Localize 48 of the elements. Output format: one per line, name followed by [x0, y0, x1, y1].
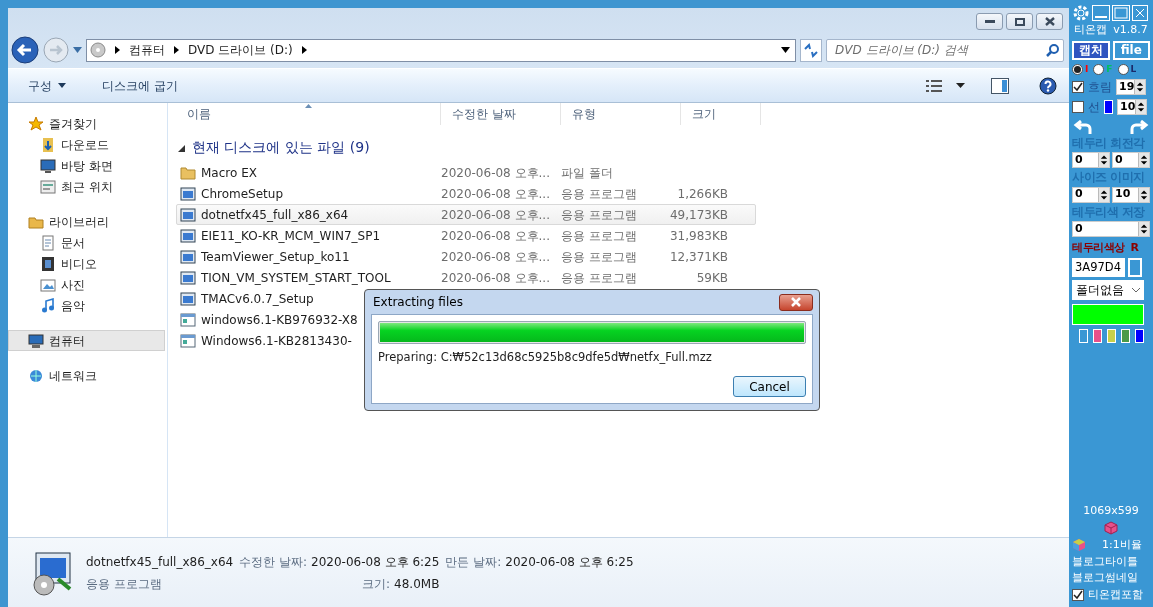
- border-color-label: 테두리색상: [1072, 239, 1125, 256]
- file-name: TeamViewer_Setup_ko11: [201, 248, 350, 266]
- file-name: dotnetfx45_full_x86_x64: [86, 553, 234, 571]
- file-name: Macro EX: [201, 164, 257, 182]
- file-type: 응용 프로그램: [560, 206, 638, 224]
- file-type: 응용 프로그램: [560, 227, 638, 245]
- detail-value: 2020-06-08 오후 6:25: [505, 553, 634, 571]
- file-name: dotnetfx45_full_x86_x64: [201, 206, 349, 224]
- file-date: 2020-06-08 오후...: [440, 206, 551, 224]
- file-name: EIE11_KO-KR_MCM_WIN7_SP1: [201, 227, 381, 245]
- line-label: 선: [1088, 99, 1100, 116]
- detail-value: 48.0MB: [394, 575, 440, 593]
- file-date: 2020-06-08 오후...: [440, 185, 551, 203]
- app-title: 티온캡: [1074, 22, 1108, 38]
- include-label: 티온캡포함: [1088, 586, 1143, 603]
- blur-label: 흐림: [1088, 79, 1112, 96]
- status-text: Preparing: C:₩52c13d68c5925b8c9dfe5d₩netfx_Full.mzz: [378, 349, 713, 366]
- file-type: 응용 프로그램: [86, 575, 163, 593]
- file-type: 응용 프로그램: [560, 248, 638, 266]
- detail-label: 수정한 날짜:: [239, 553, 308, 571]
- detail-label: 크기:: [362, 575, 391, 593]
- search-placeholder: DVD 드라이브 (D:) 검색: [835, 42, 968, 59]
- file-name: ChromeSetup: [201, 185, 283, 203]
- file-size: 59KB: [695, 269, 728, 287]
- file-size: 1,266KB: [676, 185, 728, 203]
- version-label: v1.8.7: [1113, 22, 1148, 38]
- file-name: windows6.1-KB976932-X8: [201, 311, 358, 329]
- radio-label: F: [1106, 62, 1113, 76]
- file-type: 응용 프로그램: [560, 269, 638, 287]
- dialog-title: Extracting files: [373, 294, 463, 311]
- dimensions-label: 1069x599: [1083, 502, 1139, 519]
- file-date: 2020-06-08 오후...: [440, 227, 551, 245]
- radio-label: L: [1130, 62, 1137, 76]
- file-date: 2020-06-08 오후...: [440, 248, 551, 266]
- channel-label: R: [1130, 239, 1139, 256]
- detail-label: 만든 날짜:: [445, 553, 502, 571]
- file-size: 31,983KB: [668, 227, 728, 245]
- file-name: Windows6.1-KB2813430-: [201, 332, 352, 350]
- detail-value: 2020-06-08 오후 6:25: [311, 553, 440, 571]
- file-type: 응용 프로그램: [560, 185, 638, 203]
- file-date: 2020-06-08 오후...: [440, 269, 551, 287]
- radio-label: I: [1085, 62, 1089, 76]
- file-size: 12,371KB: [668, 248, 728, 266]
- file-type: 파일 폴더: [560, 164, 614, 182]
- file-size: 49,173KB: [668, 206, 728, 224]
- file-date: 2020-06-08 오후...: [440, 164, 551, 182]
- file-name: TMACv6.0.7_Setup: [201, 290, 314, 308]
- file-name: TION_VM_SYSTEM_START_TOOL: [201, 269, 391, 287]
